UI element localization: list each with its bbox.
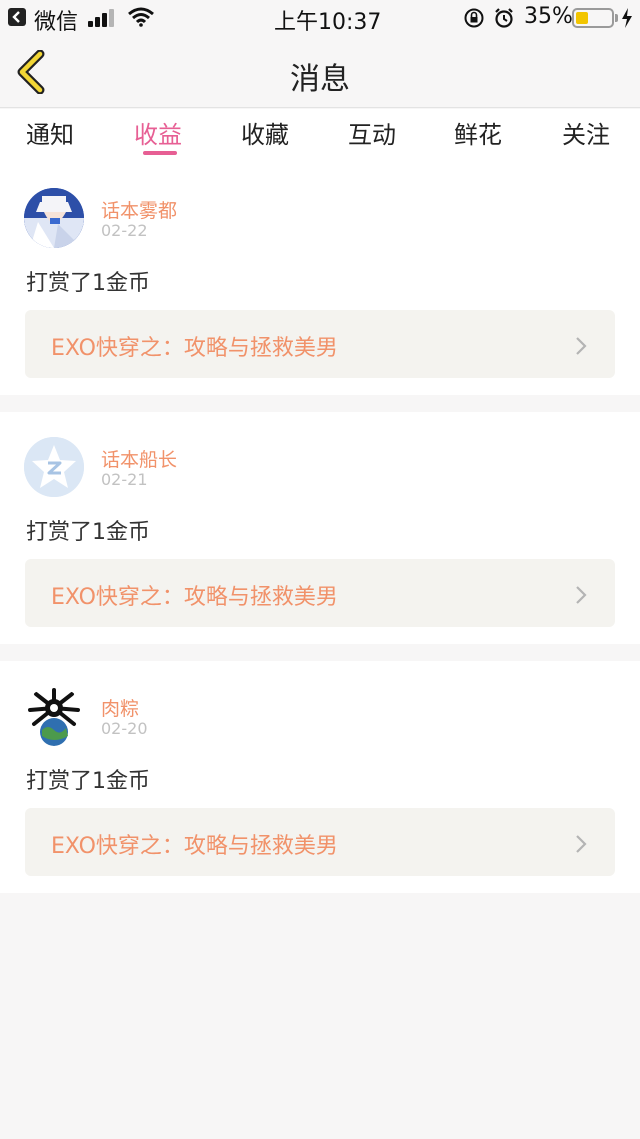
battery-level: [576, 12, 588, 24]
tab-notifications[interactable]: 通知: [26, 115, 74, 150]
wifi-icon: [128, 7, 154, 27]
book-link[interactable]: EXO快穿之：攻略与拯救美男: [25, 808, 615, 876]
back-to-app-icon[interactable]: [8, 8, 26, 26]
reward-text: 打赏了1金币: [26, 271, 150, 296]
skull-globe-avatar-icon: [24, 686, 84, 746]
message-card: 话本雾都 02-22 打赏了1金币 EXO快穿之：攻略与拯救美男: [0, 159, 640, 395]
avatar[interactable]: [24, 188, 84, 248]
message-date: 02-21: [101, 470, 148, 489]
nav-bar: 消息: [0, 36, 640, 108]
reward-text: 打赏了1金币: [26, 520, 150, 545]
tab-interactions[interactable]: 互动: [348, 115, 396, 150]
book-link[interactable]: EXO快穿之：攻略与拯救美男: [25, 310, 615, 378]
battery-tip: [615, 14, 618, 22]
chevron-right-icon: [576, 835, 587, 853]
alarm-icon: [495, 8, 513, 28]
message-card: 肉粽 02-20 打赏了1金币 EXO快穿之：攻略与拯救美男: [0, 661, 640, 893]
book-title: EXO快穿之：攻略与拯救美男: [51, 834, 338, 859]
message-date: 02-22: [101, 221, 148, 240]
reward-text: 打赏了1金币: [26, 769, 150, 794]
battery-icon: [572, 8, 614, 28]
rotation-lock-icon: [464, 8, 484, 28]
status-time: 上午10:37: [274, 10, 382, 35]
avatar[interactable]: [24, 437, 84, 497]
anime-avatar-icon: [24, 188, 84, 248]
active-tab-indicator: [143, 151, 177, 155]
book-link[interactable]: EXO快穿之：攻略与拯救美男: [25, 559, 615, 627]
tab-flowers[interactable]: 鲜花: [454, 115, 502, 150]
username[interactable]: 肉粽: [101, 694, 139, 721]
tab-earnings[interactable]: 收益: [134, 115, 182, 150]
status-bar: 微信 上午10:37 35%: [0, 0, 640, 36]
book-title: EXO快穿之：攻略与拯救美男: [51, 336, 338, 361]
message-card: 话本船长 02-21 打赏了1金币 EXO快穿之：攻略与拯救美男: [0, 412, 640, 644]
tab-bar: 通知 收益 收藏 互动 鲜花 关注: [0, 109, 640, 159]
tab-favorites[interactable]: 收藏: [241, 115, 289, 150]
message-date: 02-20: [101, 719, 148, 738]
chevron-right-icon: [576, 586, 587, 604]
username[interactable]: 话本雾都: [101, 196, 177, 223]
charging-bolt-icon: [622, 8, 632, 28]
page-title: 消息: [290, 62, 350, 97]
tab-following[interactable]: 关注: [562, 115, 610, 150]
chevron-right-icon: [576, 337, 587, 355]
status-app-name: 微信: [34, 10, 79, 35]
cellular-signal-icon: [88, 9, 120, 27]
username[interactable]: 话本船长: [101, 445, 177, 472]
default-star-avatar-icon: [24, 437, 84, 497]
book-title: EXO快穿之：攻略与拯救美男: [51, 585, 338, 610]
avatar[interactable]: [24, 686, 84, 746]
battery-percent: 35%: [524, 4, 573, 29]
